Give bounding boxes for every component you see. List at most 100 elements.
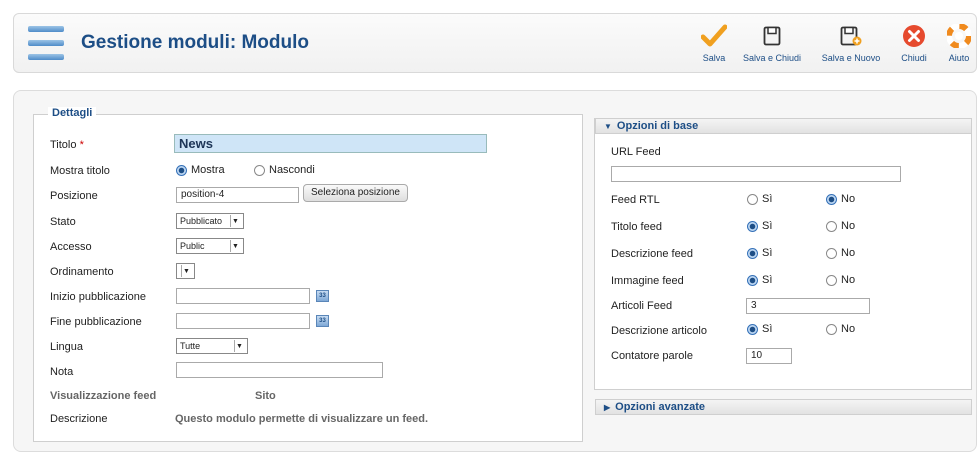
save-icon bbox=[763, 26, 781, 46]
close-button[interactable]: Chiudi bbox=[896, 22, 932, 68]
help-button[interactable]: Aiuto bbox=[944, 22, 974, 68]
toolbar: Gestione moduli: Modulo Salva Salva e Ch… bbox=[13, 13, 977, 73]
calendar-icon[interactable]: 33 bbox=[316, 290, 329, 302]
radio-yes[interactable] bbox=[747, 193, 758, 205]
feed-rtl-yes[interactable]: Sì bbox=[747, 193, 772, 205]
description-label: Descrizione bbox=[50, 413, 108, 425]
select-position-button[interactable]: Seleziona posizione bbox=[303, 184, 408, 202]
feed-items-label: Articoli Feed bbox=[611, 300, 673, 312]
radio-yes[interactable] bbox=[747, 274, 758, 286]
radio-show-label: Mostra bbox=[191, 164, 225, 177]
chevron-down-icon: ▼ bbox=[234, 340, 244, 352]
radio-no[interactable] bbox=[826, 323, 837, 335]
chevron-right-icon: ▶ bbox=[604, 403, 611, 412]
publish-start-label: Inizio pubblicazione bbox=[50, 291, 147, 303]
no-label: No bbox=[841, 193, 856, 206]
check-icon bbox=[701, 24, 727, 47]
yes-label: Sì bbox=[762, 274, 773, 287]
save-new-icon bbox=[840, 26, 862, 46]
chevron-down-icon: ▼ bbox=[230, 240, 240, 252]
position-label: Posizione bbox=[50, 190, 98, 202]
radio-show[interactable] bbox=[176, 164, 187, 176]
save-close-button[interactable]: Salva e Chiudi bbox=[737, 22, 807, 68]
feed-description-yes[interactable]: Sì bbox=[747, 247, 772, 259]
radio-hide-label: Nascondi bbox=[269, 164, 315, 177]
close-label: Chiudi bbox=[901, 53, 927, 63]
feed-title-no[interactable]: No bbox=[826, 220, 855, 232]
language-value: Tutte bbox=[180, 341, 201, 351]
radio-yes[interactable] bbox=[747, 220, 758, 232]
basic-options-title: Opzioni di base bbox=[616, 120, 699, 132]
feed-description-label: Descrizione feed bbox=[611, 248, 693, 260]
status-select[interactable]: Pubblicato ▼ bbox=[176, 213, 244, 229]
feed-rtl-label: Feed RTL bbox=[611, 194, 660, 206]
language-select[interactable]: Tutte ▼ bbox=[176, 338, 248, 354]
no-label: No bbox=[841, 220, 856, 233]
yes-label: Sì bbox=[762, 193, 773, 206]
yes-label: Sì bbox=[762, 247, 773, 260]
feed-image-no[interactable]: No bbox=[826, 274, 855, 286]
word-count-label: Contatore parole bbox=[611, 350, 693, 362]
save-close-label: Salva e Chiudi bbox=[742, 53, 802, 63]
feed-display-label: Visualizzazione feed bbox=[50, 390, 157, 402]
access-label: Accesso bbox=[50, 241, 92, 253]
yes-label: Sì bbox=[762, 220, 773, 233]
no-label: No bbox=[841, 274, 856, 287]
access-value: Public bbox=[180, 241, 205, 251]
radio-no[interactable] bbox=[826, 193, 837, 205]
item-description-label: Descrizione articolo bbox=[611, 325, 707, 337]
help-label: Aiuto bbox=[948, 53, 970, 63]
description-value: Questo modulo permette di visualizzare u… bbox=[175, 413, 429, 425]
save-new-button[interactable]: Salva e Nuovo bbox=[818, 22, 884, 68]
url-feed-input[interactable] bbox=[611, 166, 901, 182]
note-input[interactable] bbox=[176, 362, 383, 378]
radio-no[interactable] bbox=[826, 247, 837, 259]
radio-yes[interactable] bbox=[747, 323, 758, 335]
advanced-options-header[interactable]: ▶ Opzioni avanzate bbox=[595, 399, 972, 415]
word-count-input[interactable]: 10 bbox=[746, 348, 792, 364]
feed-title-label: Titolo feed bbox=[611, 221, 662, 233]
status-label: Stato bbox=[50, 216, 76, 228]
position-input[interactable]: position-4 bbox=[176, 187, 299, 203]
ordering-select[interactable]: ▼ bbox=[176, 263, 195, 279]
feed-items-input[interactable]: 3 bbox=[746, 298, 870, 314]
radio-no[interactable] bbox=[826, 220, 837, 232]
show-title-label: Mostra titolo bbox=[50, 165, 110, 177]
publish-start-input[interactable] bbox=[176, 288, 310, 304]
calendar-icon[interactable]: 33 bbox=[316, 315, 329, 327]
ordering-label: Ordinamento bbox=[50, 266, 114, 278]
language-label: Lingua bbox=[50, 341, 84, 353]
access-select[interactable]: Public ▼ bbox=[176, 238, 244, 254]
feed-description-no[interactable]: No bbox=[826, 247, 855, 259]
title-label: Titolo * bbox=[50, 139, 84, 151]
yes-label: Sì bbox=[762, 323, 773, 336]
publish-end-input[interactable] bbox=[176, 313, 310, 329]
advanced-options-title: Opzioni avanzate bbox=[615, 401, 706, 413]
item-description-yes[interactable]: Sì bbox=[747, 323, 772, 335]
feed-image-label: Immagine feed bbox=[611, 275, 684, 287]
basic-options-header[interactable]: ▼ Opzioni di base bbox=[595, 118, 972, 134]
close-icon bbox=[903, 25, 925, 47]
title-input[interactable]: News bbox=[174, 134, 487, 153]
help-icon bbox=[947, 24, 971, 48]
feed-image-yes[interactable]: Sì bbox=[747, 274, 772, 286]
feed-display-value: Sito bbox=[255, 390, 276, 402]
no-label: No bbox=[841, 247, 856, 260]
save-button[interactable]: Salva bbox=[694, 22, 734, 68]
page-title: Gestione moduli: Modulo bbox=[81, 32, 309, 53]
chevron-down-icon: ▼ bbox=[230, 215, 240, 227]
feed-title-yes[interactable]: Sì bbox=[747, 220, 772, 232]
feed-rtl-no[interactable]: No bbox=[826, 193, 855, 205]
chevron-down-icon: ▼ bbox=[181, 265, 191, 277]
show-title-option-hide[interactable]: Nascondi bbox=[254, 164, 315, 176]
item-description-no[interactable]: No bbox=[826, 323, 855, 335]
radio-hide[interactable] bbox=[254, 164, 265, 176]
radio-no[interactable] bbox=[826, 274, 837, 286]
note-label: Nota bbox=[50, 366, 74, 378]
radio-yes[interactable] bbox=[747, 247, 758, 259]
show-title-option-show[interactable]: Mostra bbox=[176, 164, 225, 176]
title-label-text: Titolo bbox=[50, 139, 77, 151]
save-new-label: Salva e Nuovo bbox=[821, 53, 881, 63]
no-label: No bbox=[841, 323, 856, 336]
details-legend: Dettagli bbox=[48, 107, 97, 119]
